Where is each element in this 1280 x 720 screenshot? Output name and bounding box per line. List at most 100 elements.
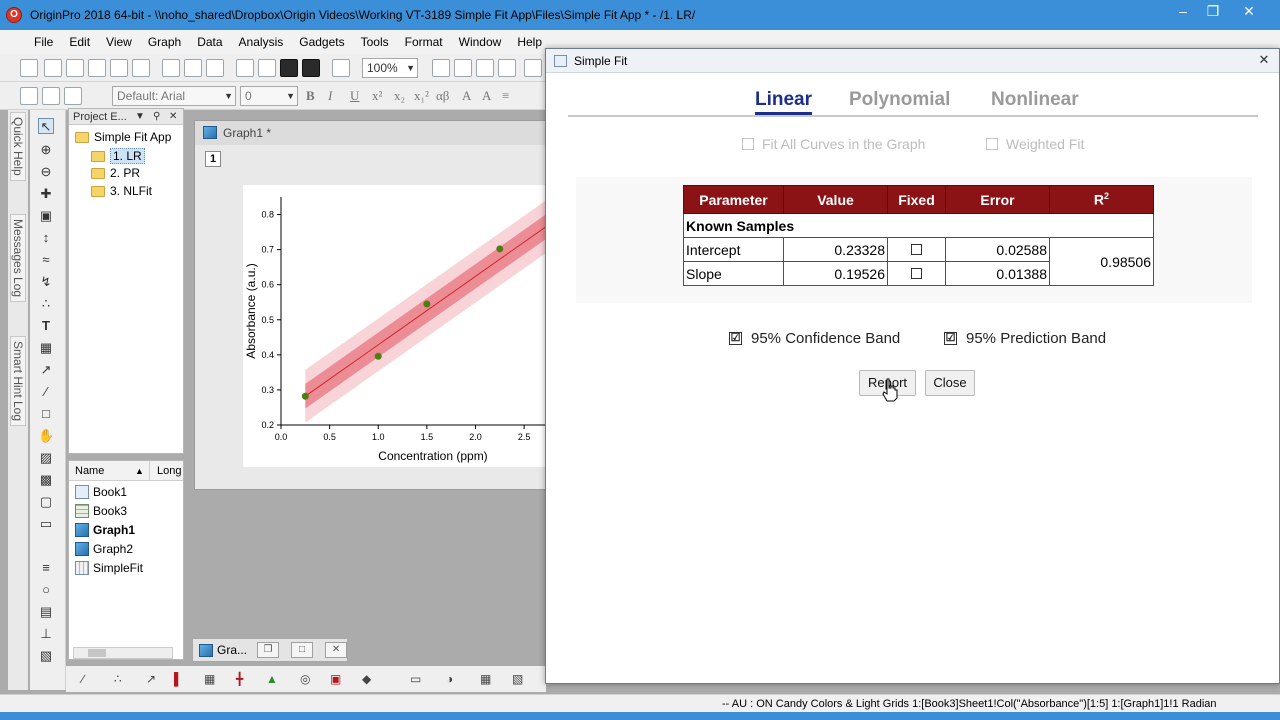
prediction-band-checkbox[interactable]: ☑ [944,332,957,345]
zoom-combo[interactable]: 100% ▼ [362,58,418,78]
line-plot-icon[interactable]: ∕ [82,672,98,686]
pointer-icon[interactable]: ↖ [38,118,54,134]
graph-page[interactable]: 0.2 0.3 0.4 0.5 0.6 0.7 0.8 0.0 0.5 1.0 1.5 2.0 2.5 C… [243,185,563,467]
save-icon[interactable] [280,59,298,77]
open-icon[interactable] [236,59,254,77]
ternary-plot-icon[interactable]: ◆ [362,672,378,686]
copy-icon[interactable] [42,87,60,105]
new-matrix-icon[interactable] [88,59,106,77]
scatter-chart[interactable]: 0.2 0.3 0.4 0.5 0.6 0.7 0.8 0.0 0.5 1.0 1.5 2.0 2.5 C… [243,185,563,467]
mask-tool-icon[interactable]: ▢ [38,494,54,510]
frame-tool-icon[interactable]: ▤ [38,604,54,620]
italic-button[interactable]: I [328,88,332,104]
font-name-combo[interactable]: Default: Arial ▼ [112,86,236,106]
scatter-plot-icon[interactable]: ∴ [114,672,130,686]
maximize-icon[interactable]: ❐ [1196,0,1230,22]
tab-polynomial[interactable]: Polynomial [849,89,950,111]
new-worksheet-icon[interactable] [44,59,62,77]
open-template-icon[interactable] [258,59,276,77]
new-function-icon[interactable] [132,59,150,77]
weighted-fit-checkbox[interactable] [986,138,998,150]
pin-icon[interactable]: ⚲ [153,109,160,125]
file-item-book1[interactable]: Book1 [75,485,127,499]
text-tool-icon[interactable]: T [38,318,54,334]
menu-window[interactable]: Window [451,30,510,54]
close-icon[interactable]: ✕ [325,642,348,658]
tab-nonlinear[interactable]: Nonlinear [991,89,1079,111]
menu-format[interactable]: Format [397,30,451,54]
tree-root[interactable]: Simple Fit App [75,130,171,144]
multi-panel-icon[interactable]: ▦ [480,672,496,686]
line-tool-icon[interactable]: ∕ [38,384,54,400]
polar-plot-icon[interactable]: ◎ [300,672,316,686]
horizontal-scrollbar[interactable] [73,647,173,659]
tree-folder-lr[interactable]: 1. LR [91,148,145,164]
supersubscript-button[interactable]: x₁² [414,88,429,104]
new-excel-icon[interactable] [206,59,224,77]
new-graph-icon[interactable] [110,59,128,77]
data-selector-icon[interactable]: ↕ [38,230,54,246]
file-item-simplefit[interactable]: SimpleFit [75,561,143,575]
new-workbook-icon[interactable] [66,59,84,77]
line-symbol-plot-icon[interactable]: ↗ [146,672,162,686]
area-plot-icon[interactable]: ▲ [266,672,282,686]
arrow-tool-icon[interactable]: ↗ [38,362,54,378]
rectangle-tool-icon[interactable]: □ [38,406,54,422]
close-icon[interactable]: ✕ [1232,0,1266,22]
error-bar-icon[interactable]: ╋ [236,672,252,686]
scrollbar-thumb[interactable] [88,649,106,657]
menu-tools[interactable]: Tools [353,30,397,54]
decrease-font-button[interactable]: A [482,88,491,104]
results-log-icon[interactable] [498,59,516,77]
smart-hint-log-tab[interactable]: Smart Hint Log [10,336,26,427]
fit-all-curves-checkbox[interactable] [742,138,754,150]
restore-icon[interactable]: ❐ [257,642,280,658]
save-template-icon[interactable] [302,59,320,77]
circle-tool-icon[interactable]: ○ [38,582,54,598]
column-name[interactable]: Name [75,461,104,481]
minimized-graph-window[interactable]: Gra... ❐ □ ✕ [192,638,348,662]
tree-folder-pr[interactable]: 2. PR [91,166,140,180]
menu-analysis[interactable]: Analysis [231,30,292,54]
underline-button[interactable]: U [350,88,359,104]
messages-log-tab[interactable]: Messages Log [10,214,26,303]
list-tool-icon[interactable]: ≡ [38,560,54,576]
command-window-icon[interactable] [524,59,542,77]
template-icon[interactable]: ▧ [512,672,528,686]
align-left-icon[interactable]: ≡ [502,88,509,104]
prediction-band-option[interactable]: ☑ 95% Prediction Band [944,330,1106,347]
file-item-book3[interactable]: Book3 [75,504,127,518]
file-item-graph1[interactable]: Graph1 [75,523,135,537]
annotation-icon[interactable]: ▦ [38,340,54,356]
tab-linear[interactable]: Linear [755,89,813,115]
fit-all-curves-option[interactable]: Fit All Curves in the Graph [742,136,925,152]
menu-gadgets[interactable]: Gadgets [291,30,352,54]
box-plot-icon[interactable]: ▣ [330,672,346,686]
xy-plot-icon[interactable]: ▦ [204,672,220,686]
menu-edit[interactable]: Edit [61,30,98,54]
panel-close-icon[interactable]: ✕ [169,109,177,125]
column-plot-icon[interactable]: ▌ [174,672,190,686]
origin-app-icon[interactable]: O [6,7,22,23]
tree-folder-nlfit[interactable]: 3. NLFit [91,184,152,198]
bold-button[interactable]: B [306,88,315,104]
code-builder-icon[interactable] [476,59,494,77]
graph-window[interactable]: Graph1 * 1 0.2 0.3 0.4 0.5 0.6 0.7 0.8 0.0 0.5 1.… [194,120,563,490]
fixed-checkbox[interactable] [911,267,922,279]
new-layout-icon[interactable] [162,59,180,77]
zoom-out-icon[interactable]: ⊖ [38,164,54,180]
menu-help[interactable]: Help [509,30,550,54]
dropdown-icon[interactable]: ▼ [135,109,145,125]
contour-plot-icon[interactable]: ◑ [446,672,462,686]
screen-reader-icon[interactable]: ✚ [38,186,54,202]
insert-image-icon[interactable]: ▩ [38,472,54,488]
axis-tool-icon[interactable]: ⊥ [38,626,54,642]
increase-font-button[interactable]: A [462,88,471,104]
confidence-band-checkbox[interactable]: ☑ [729,332,742,345]
3d-plot-icon[interactable]: ▭ [410,672,426,686]
insert-graph-icon[interactable]: ▨ [38,450,54,466]
subscript-button[interactable]: x₂ [394,88,405,104]
quick-help-tab[interactable]: Quick Help [10,112,26,181]
zoom-in-icon[interactable]: ⊕ [38,142,54,158]
menu-graph[interactable]: Graph [140,30,189,54]
